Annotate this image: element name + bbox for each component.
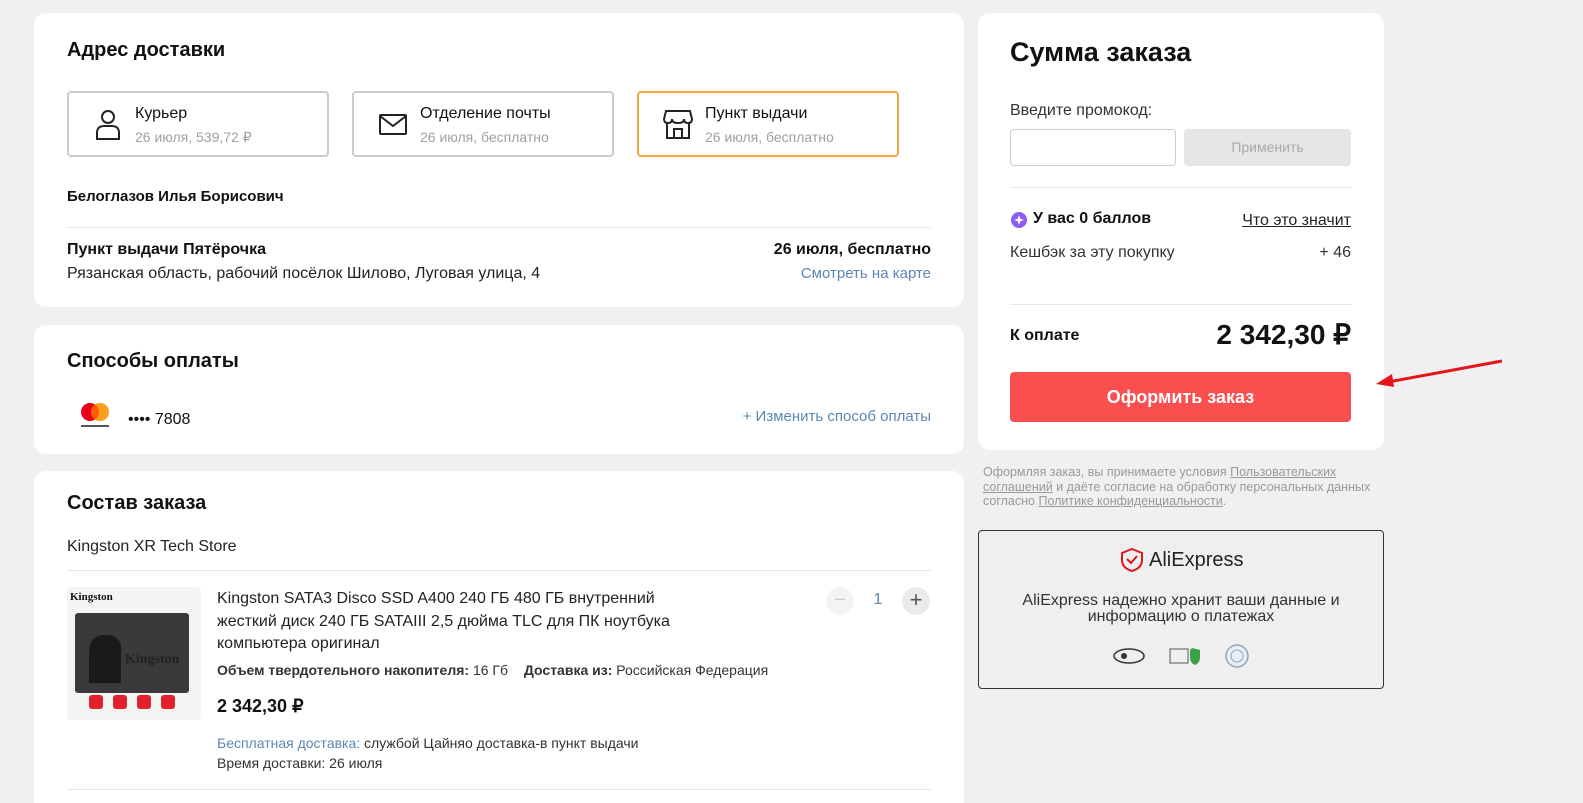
option-subtitle: 26 июля, 539,72 ₽ <box>135 129 252 145</box>
total-label: К оплате <box>1010 327 1080 344</box>
store-name[interactable]: Kingston XR Tech Store <box>67 538 237 556</box>
security-text-line: AliExpress надежно хранит ваши данные и <box>1022 592 1340 609</box>
promo-input[interactable] <box>1010 129 1176 166</box>
ssd-body: Kingston <box>75 613 189 693</box>
security-text-line: информацию о платежах <box>1087 608 1275 625</box>
kingston-head-icon: Kingston <box>89 634 180 683</box>
delivery-option-post[interactable]: Отделение почты 26 июля, бесплатно <box>352 91 614 157</box>
delivery-option-pickup[interactable]: Пункт выдачи 26 июля, бесплатно <box>637 91 899 157</box>
privacy-policy-link[interactable]: Политике конфиденциальности <box>1038 494 1222 508</box>
pci-badge-icon <box>1169 648 1200 665</box>
product-image[interactable]: Kingston Kingston <box>67 587 201 720</box>
delivery-time: Время доставки: 26 июля <box>217 755 383 771</box>
divider <box>67 570 931 571</box>
order-title: Состав заказа <box>67 492 207 514</box>
order-card: Состав заказа Kingston XR Tech Store Kin… <box>34 471 964 803</box>
mastercard-icon <box>81 403 109 427</box>
divider <box>1010 187 1351 188</box>
apply-promo-button[interactable]: Применить <box>1184 129 1351 166</box>
quantity-decrease-button[interactable]: − <box>826 587 854 615</box>
option-subtitle: 26 июля, бесплатно <box>420 129 549 145</box>
payment-card: Способы оплаты •••• 7808 + Изменить спос… <box>34 325 964 454</box>
seal-badge-icon <box>1225 644 1249 668</box>
store-icon <box>662 110 694 139</box>
feature-icons <box>89 695 185 709</box>
summary-card: Сумма заказа Введите промокод: Применить… <box>978 13 1384 450</box>
place-order-button[interactable]: Оформить заказ <box>1010 372 1351 422</box>
aliexpress-logo: AliExpress <box>1121 548 1243 572</box>
total-value: 2 342,30 ₽ <box>1216 319 1351 350</box>
free-delivery-label: Бесплатная доставка: <box>217 735 361 751</box>
delivery-service: службой Цайняо доставка-в пункт выдачи <box>364 735 639 751</box>
option-title: Отделение почты <box>420 105 551 122</box>
security-block: AliExpress AliExpress надежно хранит ваш… <box>978 530 1384 689</box>
points-info-link[interactable]: Что это значит <box>1242 212 1351 230</box>
pickup-point-name: Пункт выдачи Пятёрочка <box>67 241 266 258</box>
payment-title: Способы оплаты <box>67 350 239 372</box>
person-icon <box>96 110 120 140</box>
legal-text: Оформляя заказ, вы принимаете условия <box>983 465 1231 479</box>
ship-from-label: Доставка из: <box>523 662 613 678</box>
legal-text: . <box>1222 494 1227 508</box>
brand-name: AliExpress <box>1149 548 1244 571</box>
spec-label: Объем твердотельного накопителя: <box>217 662 470 678</box>
product-title-line: Kingston SATA3 Disco SSD A400 240 ГБ 480… <box>217 590 655 607</box>
certificate-badge-icon <box>1113 648 1145 664</box>
change-payment-link[interactable]: + Изменить способ оплаты <box>743 408 931 425</box>
security-text: AliExpress надежно хранит ваши данные и … <box>979 593 1383 625</box>
option-subtitle: 26 июля, бесплатно <box>705 129 834 145</box>
delivery-option-courier[interactable]: Курьер 26 июля, 539,72 ₽ <box>67 91 329 157</box>
summary-title: Сумма заказа <box>1010 37 1192 67</box>
delivery-info: Бесплатная доставка: службой Цайняо дост… <box>217 735 638 751</box>
product-image-brand: Kingston <box>70 591 113 603</box>
ship-from-value: Российская Федерация <box>616 662 769 678</box>
points-icon <box>1011 212 1027 228</box>
cashback-label: Кешбэк за эту покупку <box>1010 244 1175 261</box>
delivery-card: Адрес доставки Курьер 26 июля, 539,72 ₽ … <box>34 13 964 307</box>
option-title: Курьер <box>135 105 188 122</box>
promo-label: Введите промокод: <box>1010 102 1153 119</box>
legal-notice: Оформляя заказ, вы принимаете условия По… <box>983 465 1378 509</box>
quantity-increase-button[interactable]: + <box>902 587 930 615</box>
product-price: 2 342,30 ₽ <box>217 696 304 716</box>
pickup-point-date: 26 июля, бесплатно <box>773 241 931 258</box>
divider <box>1010 304 1351 305</box>
divider <box>67 789 931 790</box>
spec-value: 16 Гб <box>472 662 509 678</box>
product-title[interactable]: Kingston SATA3 Disco SSD A400 240 ГБ 480… <box>217 588 670 656</box>
arrow-annotation <box>1376 359 1503 387</box>
quantity-value[interactable]: 1 <box>866 591 890 609</box>
product-title-line: компьютера оригинал <box>217 635 380 652</box>
card-number: •••• 7808 <box>128 411 191 428</box>
recipient-name: Белоглазов Илья Борисович <box>67 188 284 205</box>
pickup-point-address: Рязанская область, рабочий посёлок Шилов… <box>67 265 541 282</box>
cashback-value: + 46 <box>1319 244 1351 261</box>
svg-text:Kingston: Kingston <box>125 652 180 667</box>
map-link[interactable]: Смотреть на карте <box>801 265 931 282</box>
envelope-icon <box>379 114 407 135</box>
product-title-line: жесткий диск 240 ГБ SATAIII 2,5 дюйма TL… <box>217 612 670 630</box>
product-specs: Объем твердотельного накопителя: 16 Гб Д… <box>217 662 768 678</box>
shield-icon <box>1121 548 1143 572</box>
option-title: Пункт выдачи <box>705 105 808 122</box>
delivery-title: Адрес доставки <box>67 39 226 61</box>
divider <box>67 227 931 228</box>
points-text: У вас 0 баллов <box>1033 210 1152 227</box>
